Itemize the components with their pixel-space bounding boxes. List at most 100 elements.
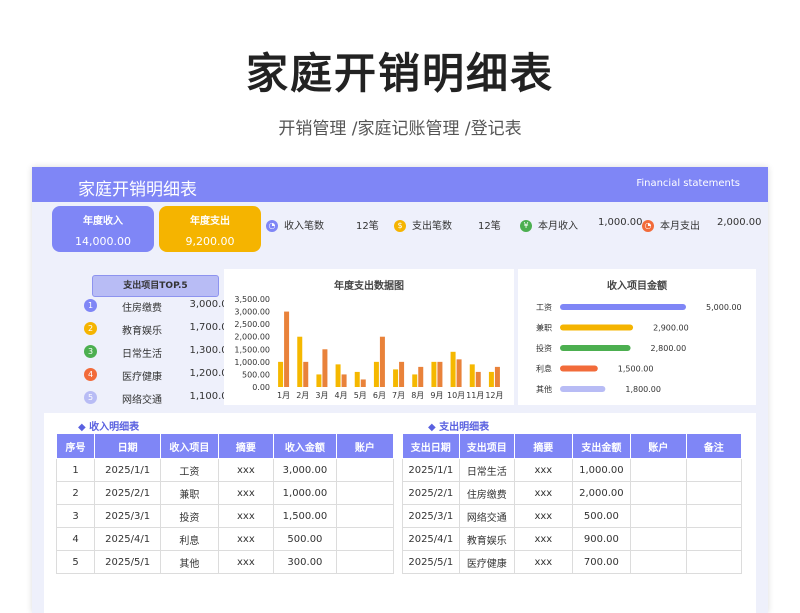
table-row[interactable]: 4 2025/4/1 利息 xxx 500.00 [55,527,395,551]
table-cell[interactable]: xxx [514,550,573,574]
table-cell[interactable] [685,481,743,505]
table-cell[interactable]: 2025/1/1 [402,458,460,482]
table-cell[interactable]: 2025/1/1 [94,458,162,482]
bar [341,374,347,387]
table-cell[interactable]: xxx [217,550,275,574]
x-tick-label: 8月 [411,391,424,400]
table-cell[interactable]: 1,000.00 [273,481,337,505]
income-col-header[interactable]: 收入金额 [273,433,337,459]
table-cell[interactable]: 2025/3/1 [402,504,460,528]
table-cell[interactable]: xxx [514,481,573,505]
table-cell[interactable] [335,458,395,482]
rank-badge: 5 [84,391,97,404]
table-cell[interactable]: xxx [217,504,275,528]
expense-col-header[interactable]: 备注 [685,433,743,459]
table-cell[interactable]: 1,000.00 [571,458,632,482]
sheet-title: 家庭开销明细表 [78,180,197,200]
table-cell[interactable]: 利息 [160,527,219,551]
table-cell[interactable]: 其他 [160,550,219,574]
coin-icon: $ [394,220,406,232]
kpi-income-value: 14,000.00 [75,235,131,248]
table-cell[interactable]: 3 [55,504,96,528]
table-cell[interactable]: 工资 [160,458,219,482]
table-row[interactable]: 1 2025/1/1 工资 xxx 3,000.00 [55,458,395,482]
expense-col-header[interactable]: 支出金额 [571,433,632,459]
table-cell[interactable] [335,527,395,551]
table-row[interactable]: 2025/4/1 教育娱乐 xxx 900.00 [402,527,743,551]
top5-item: 4 医疗健康 1,200.00 [54,366,234,384]
table-row[interactable]: 2025/1/1 日常生活 xxx 1,000.00 [402,458,743,482]
table-cell[interactable]: 500.00 [571,504,632,528]
table-cell[interactable]: 2025/5/1 [94,550,162,574]
table-cell[interactable]: 医疗健康 [458,550,516,574]
table-cell[interactable]: 1 [55,458,96,482]
table-cell[interactable] [630,458,687,482]
table-row[interactable]: 2025/2/1 住房缴费 xxx 2,000.00 [402,481,743,505]
table-cell[interactable]: 900.00 [571,527,632,551]
expense-col-header[interactable]: 支出日期 [402,433,460,459]
table-cell[interactable]: 2025/2/1 [94,481,162,505]
table-cell[interactable] [335,550,395,574]
bar [450,351,456,387]
table-cell[interactable]: xxx [514,504,573,528]
table-cell[interactable]: xxx [514,458,573,482]
bar [560,365,598,372]
table-cell[interactable]: xxx [514,527,573,551]
table-cell[interactable]: 500.00 [273,527,337,551]
table-cell[interactable]: 兼职 [160,481,219,505]
expense-col-header[interactable]: 支出项目 [458,433,516,459]
table-row[interactable]: 2025/3/1 网络交通 xxx 500.00 [402,504,743,528]
kpi-annual-income[interactable]: 年度收入 14,000.00 [52,206,154,252]
bar [393,369,399,387]
table-cell[interactable] [630,527,687,551]
x-tick-label: 12月 [485,391,503,400]
income-col-header[interactable]: 账户 [335,433,395,459]
table-cell[interactable]: 300.00 [273,550,337,574]
table-cell[interactable]: 住房缴费 [458,481,516,505]
table-cell[interactable]: 2025/2/1 [402,481,460,505]
table-cell[interactable]: 2025/5/1 [402,550,460,574]
table-cell[interactable]: 4 [55,527,96,551]
table-cell[interactable] [630,481,687,505]
top5-item: 1 住房缴费 3,000.00 [54,297,234,315]
top5-name: 网络交通 [122,395,162,406]
table-cell[interactable] [335,481,395,505]
table-cell[interactable]: 700.00 [571,550,632,574]
income-col-header[interactable]: 序号 [55,433,96,459]
expense-col-header[interactable]: 摘要 [514,433,573,459]
table-row[interactable]: 2025/5/1 医疗健康 xxx 700.00 [402,550,743,574]
stat-month-expense: ◔ 本月支出 2,000.00 [642,217,766,237]
table-cell[interactable]: 5 [55,550,96,574]
kpi-expense-label: 年度支出 [190,216,230,227]
table-cell[interactable] [630,550,687,574]
table-cell[interactable]: 2025/4/1 [94,527,162,551]
table-cell[interactable]: 2 [55,481,96,505]
income-col-header[interactable]: 收入项目 [160,433,219,459]
table-cell[interactable]: 3,000.00 [273,458,337,482]
table-cell[interactable] [685,550,743,574]
table-cell[interactable]: xxx [217,527,275,551]
table-cell[interactable]: 教育娱乐 [458,527,516,551]
table-cell[interactable]: 2025/3/1 [94,504,162,528]
table-cell[interactable] [685,504,743,528]
table-cell[interactable]: 日常生活 [458,458,516,482]
table-cell[interactable]: 1,500.00 [273,504,337,528]
table-cell[interactable] [685,527,743,551]
table-cell[interactable]: xxx [217,481,275,505]
table-row[interactable]: 3 2025/3/1 投资 xxx 1,500.00 [55,504,395,528]
table-cell[interactable] [335,504,395,528]
table-row[interactable]: 2 2025/2/1 兼职 xxx 1,000.00 [55,481,395,505]
kpi-annual-expense[interactable]: 年度支出 9,200.00 [159,206,261,252]
table-cell[interactable] [630,504,687,528]
table-cell[interactable]: xxx [217,458,275,482]
expense-col-header[interactable]: 账户 [630,433,687,459]
table-cell[interactable] [685,458,743,482]
top5-name: 教育娱乐 [122,326,162,337]
table-cell[interactable]: 网络交通 [458,504,516,528]
table-cell[interactable]: 2,000.00 [571,481,632,505]
table-row[interactable]: 5 2025/5/1 其他 xxx 300.00 [55,550,395,574]
table-cell[interactable]: 投资 [160,504,219,528]
income-col-header[interactable]: 摘要 [217,433,275,459]
income-col-header[interactable]: 日期 [94,433,162,459]
table-cell[interactable]: 2025/4/1 [402,527,460,551]
